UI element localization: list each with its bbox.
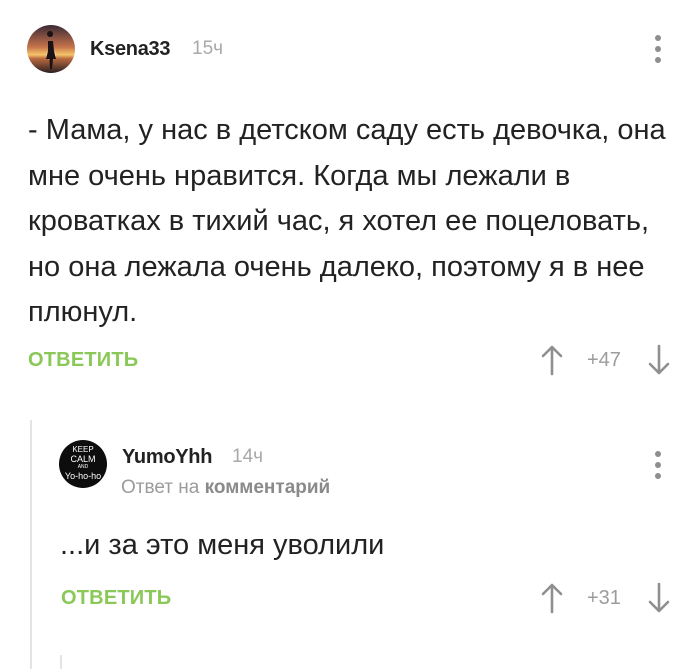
reply-to-line: Ответ на комментарий bbox=[121, 477, 330, 499]
arrow-down-icon[interactable] bbox=[647, 582, 671, 614]
arrow-up-icon[interactable] bbox=[540, 344, 564, 376]
comment-text: - Мама, у нас в детском саду есть девочк… bbox=[28, 114, 666, 328]
comment-author[interactable]: YumoYhh bbox=[122, 446, 212, 469]
thread-line[interactable] bbox=[60, 655, 62, 669]
vote-score: +47 bbox=[587, 349, 621, 371]
avatar-text: Yo-ho-ho bbox=[64, 471, 102, 481]
arrow-up-icon[interactable] bbox=[540, 582, 564, 614]
comment: Ksena33 15ч - Мама, у нас в детском саду… bbox=[0, 0, 700, 400]
sunset-silhouette-image bbox=[27, 25, 75, 73]
comment-text: ...и за это меня уволили bbox=[60, 529, 385, 561]
more-vertical-icon[interactable] bbox=[655, 451, 661, 484]
avatar-text: AND bbox=[77, 464, 89, 470]
avatar-text: KEEP bbox=[72, 445, 94, 454]
reply-button[interactable]: ОТВЕТИТЬ bbox=[61, 587, 171, 610]
reply-to-prefix: Ответ на bbox=[121, 477, 200, 498]
reply-button[interactable]: ОТВЕТИТЬ bbox=[28, 349, 138, 372]
more-vertical-icon[interactable] bbox=[655, 35, 661, 68]
avatar-text: CALM bbox=[70, 454, 96, 464]
vote-score: +31 bbox=[587, 587, 621, 609]
avatar[interactable] bbox=[27, 25, 75, 73]
comment-time: 14ч bbox=[232, 446, 264, 467]
avatar[interactable]: KEEP CALM AND Yo-ho-ho bbox=[59, 440, 107, 488]
arrow-down-icon[interactable] bbox=[647, 344, 671, 376]
comment-time: 15ч bbox=[192, 38, 224, 59]
reply-to-link[interactable]: комментарий bbox=[205, 477, 331, 498]
comment-author[interactable]: Ksena33 bbox=[90, 38, 170, 61]
